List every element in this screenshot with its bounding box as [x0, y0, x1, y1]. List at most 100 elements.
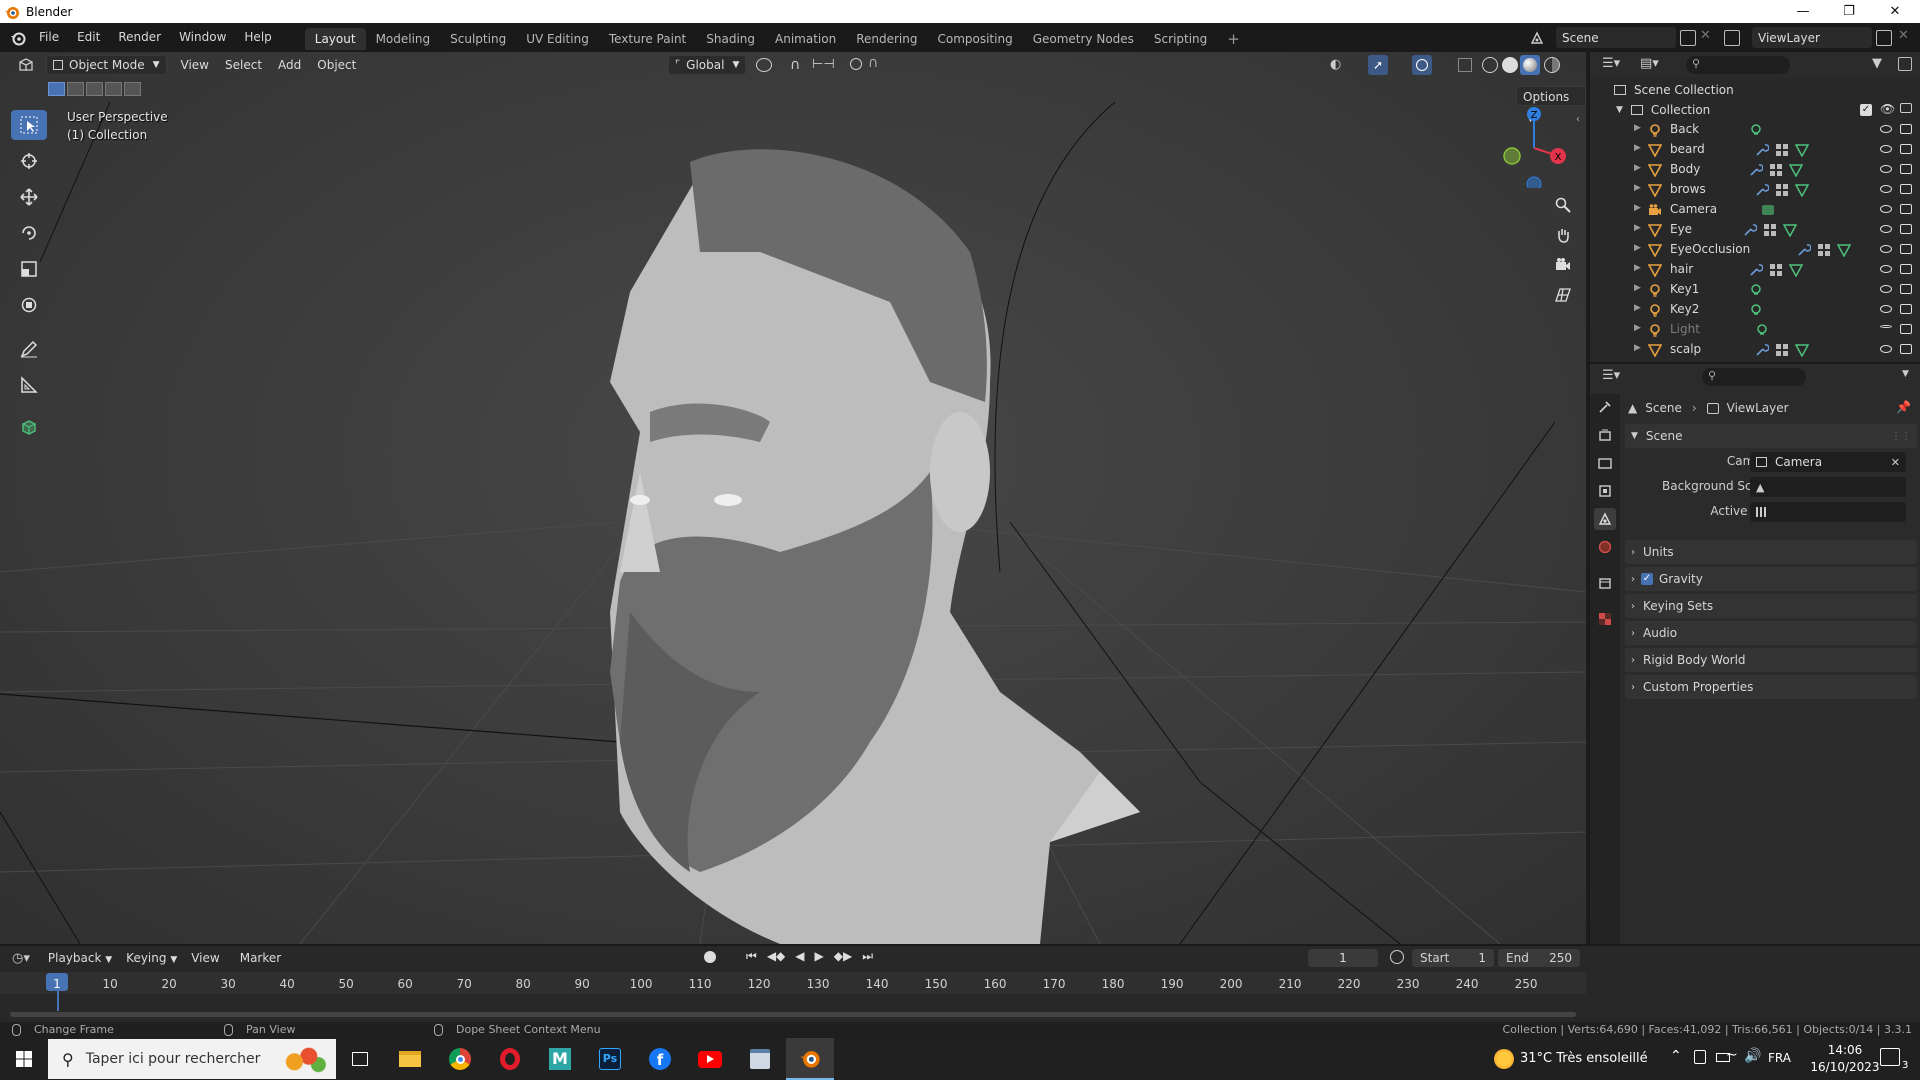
play-reverse-icon[interactable]: ◀: [795, 949, 804, 964]
play-icon[interactable]: ▶: [815, 949, 824, 964]
gizmo-y-axis[interactable]: [1503, 147, 1521, 165]
view-layer-tab-icon[interactable]: [1594, 480, 1616, 502]
outliner-item-label[interactable]: scalp: [1670, 342, 1701, 356]
scene-tab-icon[interactable]: [1594, 508, 1616, 530]
pin-icon[interactable]: 📌: [1896, 400, 1911, 414]
meet-now-icon[interactable]: [1694, 1050, 1706, 1064]
select-new-icon[interactable]: [48, 82, 65, 96]
zoom-icon[interactable]: [1550, 192, 1576, 218]
scene-selector[interactable]: Scene: [1556, 27, 1676, 48]
weather-text[interactable]: 31°C Très ensoleillé: [1520, 1051, 1648, 1066]
modifier-wrench-icon[interactable]: [1797, 243, 1812, 260]
jump-start-icon[interactable]: ⏮: [746, 949, 757, 964]
menu-window[interactable]: Window: [170, 23, 235, 52]
expand-arrow-icon[interactable]: ▶: [1634, 343, 1641, 353]
select-intersect-icon[interactable]: [124, 82, 141, 96]
timeline-scrollbar[interactable]: [10, 1012, 1576, 1017]
outliner-row-brows[interactable]: ▶ brows: [1590, 180, 1920, 200]
menu-edit[interactable]: Edit: [68, 23, 109, 52]
modifier-wrench-icon[interactable]: [1749, 263, 1764, 280]
expand-arrow-icon[interactable]: ▶: [1634, 283, 1641, 293]
select-box-tool[interactable]: [11, 110, 47, 140]
timeline-editor-icon[interactable]: ◷▾: [12, 951, 30, 966]
proportional-edit-icon[interactable]: [850, 58, 862, 70]
light-data-icon[interactable]: [1755, 323, 1769, 340]
render-camera-icon[interactable]: [1900, 184, 1912, 194]
outliner-item-label[interactable]: Back: [1670, 122, 1699, 136]
jump-keyframe-back-icon[interactable]: ◀◆: [767, 949, 785, 964]
vertex-groups-icon[interactable]: [1775, 143, 1789, 160]
menu-help[interactable]: Help: [235, 23, 280, 52]
delete-viewlayer-icon[interactable]: ✕: [1898, 28, 1909, 43]
viewport-menu-add[interactable]: Add: [272, 55, 307, 75]
restore-button[interactable]: ❐: [1826, 0, 1872, 23]
select-invert-icon[interactable]: [105, 82, 122, 96]
workspace-tab-sculpting[interactable]: Sculpting: [440, 28, 516, 50]
visibility-filter-icon[interactable]: ◐: [1330, 57, 1341, 72]
m-app-icon[interactable]: M: [536, 1038, 584, 1080]
mesh-data-icon[interactable]: [1794, 183, 1810, 200]
gravity-panel-header[interactable]: › ✓ Gravity: [1625, 567, 1917, 591]
start-button[interactable]: [0, 1038, 48, 1080]
drag-handle-icon[interactable]: ⋮⋮: [1891, 431, 1911, 442]
render-camera-icon[interactable]: [1900, 344, 1912, 354]
render-camera-icon[interactable]: [1900, 244, 1912, 254]
camera-data-icon[interactable]: [1761, 203, 1775, 220]
outliner-row-key1[interactable]: ▶ Key1: [1590, 280, 1920, 300]
rigid-body-world-panel-header[interactable]: › Rigid Body World: [1625, 648, 1917, 672]
measure-tool[interactable]: [11, 370, 47, 400]
eye-icon[interactable]: [1880, 285, 1892, 293]
outliner-item-label[interactable]: Camera: [1670, 202, 1717, 216]
opera-icon[interactable]: [486, 1038, 534, 1080]
clock-date[interactable]: 16/10/2023: [1808, 1060, 1882, 1074]
blender-taskbar-icon[interactable]: [786, 1038, 834, 1080]
shading-wireframe-icon[interactable]: [1482, 57, 1498, 73]
outliner-item-label[interactable]: beard: [1670, 142, 1705, 156]
modifier-wrench-icon[interactable]: [1755, 143, 1770, 160]
blender-menu-icon[interactable]: [10, 30, 26, 46]
move-tool[interactable]: [11, 182, 47, 212]
notepad-icon[interactable]: [736, 1038, 784, 1080]
snap-target-icon[interactable]: ⊢⊣: [812, 57, 835, 72]
gizmo-neg-z-axis[interactable]: [1526, 176, 1542, 188]
xray-toggle-icon[interactable]: [1458, 58, 1472, 72]
photoshop-icon[interactable]: Ps: [586, 1038, 634, 1080]
scale-tool[interactable]: [11, 254, 47, 284]
outliner-item-label[interactable]: brows: [1670, 182, 1706, 196]
options-dropdown[interactable]: Options ▼: [1516, 86, 1586, 124]
workspace-tab-layout[interactable]: Layout: [304, 28, 366, 50]
mesh-data-icon[interactable]: [1836, 243, 1852, 260]
render-camera-icon[interactable]: [1900, 164, 1912, 174]
current-frame-field[interactable]: 1: [1308, 949, 1378, 967]
light-data-icon[interactable]: [1749, 303, 1763, 320]
wifi-icon[interactable]: ∼: [1726, 1047, 1738, 1063]
shading-rendered-icon[interactable]: [1544, 57, 1560, 73]
render-camera-icon[interactable]: [1900, 224, 1912, 234]
keying-sets-panel-header[interactable]: › Keying Sets: [1625, 594, 1917, 618]
viewport-menu-view[interactable]: View: [175, 55, 215, 75]
rotate-tool[interactable]: [11, 218, 47, 248]
editor-type-icon[interactable]: [12, 55, 42, 75]
outliner-editor-icon[interactable]: ☰▾: [1602, 56, 1620, 71]
outliner-item-label[interactable]: Eye: [1670, 222, 1692, 236]
render-camera-icon[interactable]: [1900, 304, 1912, 314]
auto-keying-button[interactable]: [704, 951, 716, 963]
workspace-tab-shading[interactable]: Shading: [696, 28, 765, 50]
mesh-data-icon[interactable]: [1788, 263, 1804, 280]
outliner-row-eye[interactable]: ▶ Eye: [1590, 220, 1920, 240]
outliner-row-body[interactable]: ▶ Body: [1590, 160, 1920, 180]
eye-icon[interactable]: [1880, 205, 1892, 213]
minimize-button[interactable]: —: [1780, 0, 1826, 23]
mesh-data-icon[interactable]: [1794, 343, 1810, 360]
render-camera-icon[interactable]: [1900, 204, 1912, 214]
outliner-row-scalp[interactable]: ▶ scalp: [1590, 340, 1920, 360]
background-scene-field[interactable]: ▲: [1750, 477, 1906, 497]
outliner-row-back[interactable]: ▶ Back: [1590, 120, 1920, 140]
gravity-checkbox[interactable]: ✓: [1641, 573, 1653, 585]
render-camera-icon[interactable]: [1900, 264, 1912, 274]
weather-sun-icon[interactable]: [1494, 1049, 1514, 1069]
workspace-tab-scripting[interactable]: Scripting: [1144, 28, 1217, 50]
render-camera-icon[interactable]: [1900, 124, 1912, 134]
timeline-menu-view[interactable]: View: [185, 948, 225, 968]
add-workspace-icon[interactable]: +: [1217, 28, 1250, 50]
